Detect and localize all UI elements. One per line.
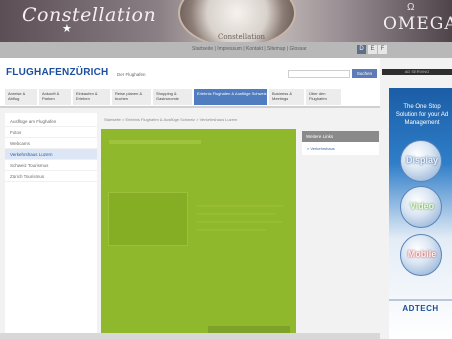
search-input[interactable] [288,70,350,78]
omega-logo: OMEGA [383,14,452,34]
related-links-box: Weitere Links » Verkehrshaus [302,131,379,155]
tab-anreise[interactable]: Anreise & Abflug [5,89,38,105]
tab-erlebnis[interactable]: Erlebnis Flughafen & Ausflüge Schweiz [194,89,268,105]
ad-label: AD SERVING [382,69,452,75]
tab-reise[interactable]: Reise planen & buchen [112,89,152,105]
footer-strip [0,333,380,339]
utility-bar: Startseite | Impressum | Kontakt | Sitem… [0,42,452,58]
site-logo[interactable]: FLUGHAFENZÜRICH [6,67,108,78]
adtech-ad[interactable]: The One Stop Solution for your Ad Manage… [389,88,452,339]
adtech-logo: ADTECH [402,304,439,313]
watch-name: Constellation [218,33,266,41]
utility-links[interactable]: Startseite | Impressum | Kontakt | Sitem… [192,46,307,52]
site-header: FLUGHAFENZÜRICH Der Flughafen Suchen [0,58,380,86]
language-fr[interactable]: F [378,45,387,54]
sidebar-item-fotos[interactable]: Fotos [5,127,97,138]
content-text-line [196,221,282,223]
sidebar-item-ausfluege[interactable]: Ausflüge am Flughafen [5,116,97,127]
breadcrumb[interactable]: Startseite > Erlebnis Flughafen & Ausflü… [104,117,237,122]
sidebar-item-schweiz-tourismus[interactable]: Schweiz Tourismus [5,160,97,171]
related-link-verkehrshaus[interactable]: » Verkehrshaus [307,146,335,151]
main-nav: Anreise & Abflug Ankunft & Parken Einkau… [0,86,380,108]
content-text-line [196,229,266,231]
banner-brand: Constellation [22,4,157,26]
ad-pitch: The One Stop Solution for your Ad Manage… [395,104,449,126]
tab-ueber[interactable]: Über den Flughafen [306,89,342,105]
main-content [101,129,296,339]
content-heading [109,140,201,144]
mobile-label: Mobile [407,249,437,259]
search-button[interactable]: Suchen [352,69,377,78]
mobile-ball-icon: Mobile [400,234,442,276]
language-de[interactable]: D [357,45,366,54]
related-title: Weitere Links [302,131,379,142]
sidebar-item-verkehrshaus[interactable]: Verkehrshaus Luzern [5,149,97,160]
tab-business[interactable]: Business & Meetings [269,89,305,105]
video-ball-icon: Video [400,186,442,228]
tab-einkaufen[interactable]: Einkaufen & Erleben [73,89,111,105]
ad-divider [389,299,452,301]
sidebar-item-webcams[interactable]: Webcams [5,138,97,149]
display-label: Display [405,155,438,165]
omega-symbol-icon: Ω [407,2,415,13]
star-icon: ★ [62,23,72,35]
tab-ankunft[interactable]: Ankunft & Parken [39,89,72,105]
content-text-line [196,213,276,215]
left-sidebar: Ausflüge am Flughafen Fotos Webcams Verk… [5,113,97,339]
video-label: Video [409,201,435,211]
sidebar-item-zuerich-tourismus[interactable]: Zürich Tourismus [5,171,97,182]
content-image [108,192,188,246]
omega-banner-ad[interactable]: Constellation ★ Constellation Ω OMEGA [0,0,452,42]
language-en[interactable]: E [368,45,377,54]
display-ball-icon: Display [400,140,442,182]
logo-subtitle: Der Flughafen [117,72,146,77]
tab-shopping[interactable]: Shopping & Gastronomie [153,89,193,105]
content-text-line [196,205,284,207]
